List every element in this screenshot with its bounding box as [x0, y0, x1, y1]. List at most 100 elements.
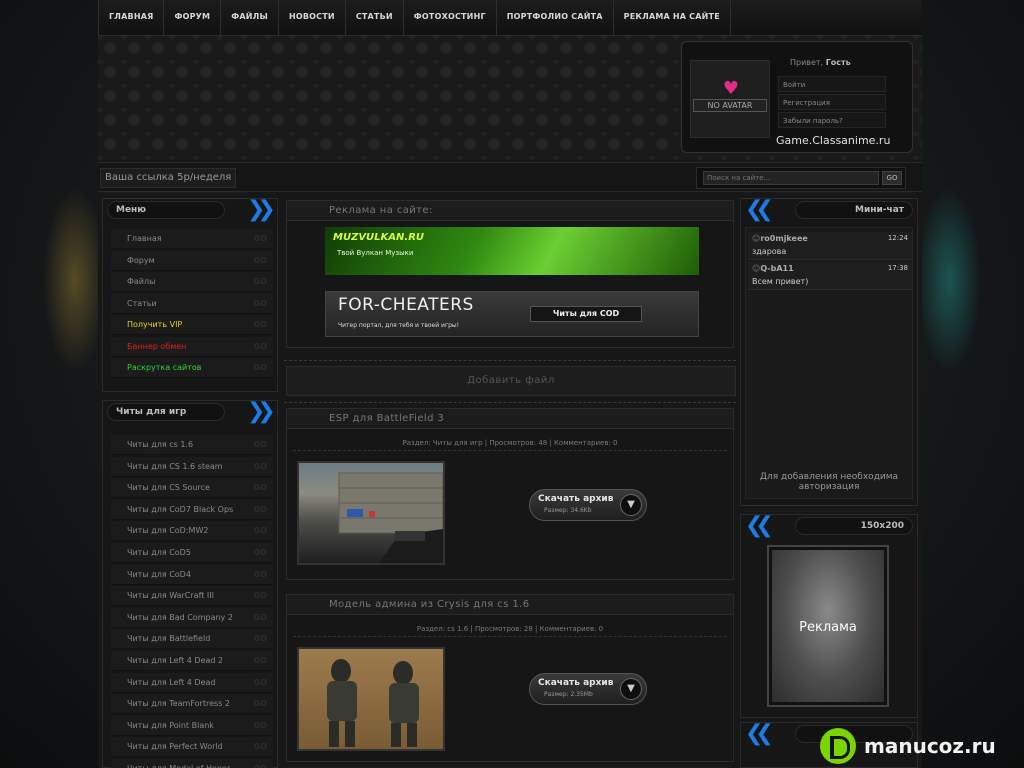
menu-panel-head: Меню ❯❯: [103, 199, 277, 221]
nav-articles[interactable]: СТАТЬИ: [346, 0, 404, 35]
cheats-panel: Читы для игр ❯❯ Читы для cs 1.6 GO Читы дл…: [102, 400, 278, 768]
cheats-item[interactable]: Читы для Perfect World GO: [111, 737, 273, 758]
chat-text: здарова: [752, 247, 787, 256]
ads-panel: Реклама на сайте: MUZVULKAN.RU Твой Вулк…: [286, 200, 734, 348]
game-screenshot-icon: [338, 472, 444, 563]
go-icon: GO: [253, 526, 267, 536]
chat-box: ro0mjkeee 12:24 здарова Q-bA11 17:38 Все…: [745, 227, 913, 499]
side-glow-right: [914, 180, 984, 380]
chevron-down-icon: ▼: [620, 678, 642, 700]
ad-block-panel: ❮❮ 150x200 Реклама: [740, 514, 918, 718]
download-label: Скачать архив: [538, 494, 614, 504]
crysis-model-icon: [327, 659, 419, 747]
menu-item-label: Баннер обмен: [127, 341, 187, 351]
post-title[interactable]: Модель админа из Crysis для cs 1.6: [287, 595, 733, 615]
menu-item[interactable]: Баннер обмен GO: [111, 336, 273, 357]
cheats-item[interactable]: Читы для CS 1.6 steam GO: [111, 456, 273, 477]
cheats-item[interactable]: Читы для CS Source GO: [111, 478, 273, 499]
login-link[interactable]: Войти: [778, 76, 886, 92]
cheats-item[interactable]: Читы для Bad Company 2 GO: [111, 607, 273, 628]
cheats-item-label: Читы для Left 4 Dead 2: [127, 656, 224, 665]
menu-title: Меню: [107, 201, 225, 219]
minichat-panel: ❮❮ Мини-чат ro0mjkeee 12:24 здарова Q-bA…: [740, 198, 918, 506]
cheats-item-label: Читы для CS Source: [127, 483, 210, 493]
go-icon: GO: [253, 461, 267, 471]
cheats-title: Читы для игр: [107, 403, 225, 421]
cheats-item[interactable]: Читы для TeamFortress 2 GO: [111, 694, 273, 715]
nav-photohosting[interactable]: ФОТОХОСТИНГ: [404, 0, 497, 35]
register-link[interactable]: Регистрация: [778, 94, 886, 110]
chat-user[interactable]: Q-bA11: [752, 264, 793, 273]
go-icon: GO: [253, 504, 267, 514]
manucoz-logo-icon: [820, 728, 856, 764]
go-icon: GO: [253, 341, 267, 351]
cheats-item-label: Читы для Bad Company 2: [127, 612, 233, 622]
for-cheaters-banner[interactable]: FOR-CHEATERS Читер портал, для тебя и тв…: [325, 291, 699, 337]
post-meta: Раздел: cs 1.6 | Просмотров: 28 | Коммен…: [293, 621, 727, 637]
post-card: ESP для BattleField 3 Раздел: Читы для и…: [286, 408, 734, 580]
nav-portfolio[interactable]: ПОРТФОЛИО САЙТА: [497, 0, 614, 35]
cheats-item[interactable]: Читы для cs 1.6 GO: [111, 435, 273, 455]
cheats-item[interactable]: Читы для CoD:MW2 GO: [111, 521, 273, 542]
search-button[interactable]: GO: [882, 171, 902, 185]
divider: [284, 402, 736, 403]
menu-item[interactable]: Файлы GO: [111, 272, 273, 292]
divider: [284, 360, 736, 361]
search-input[interactable]: [703, 171, 879, 185]
your-link-ad[interactable]: Ваша ссылка 5р/неделя: [100, 168, 236, 188]
ad-placeholder[interactable]: Реклама: [769, 547, 887, 705]
download-button[interactable]: Скачать архив Размер: 2.35Mb ▼: [529, 673, 647, 705]
cheats-item[interactable]: Читы для WarCraft III GO: [111, 586, 273, 607]
menu-item[interactable]: Главная GO: [111, 229, 273, 249]
nav-home[interactable]: ГЛАВНАЯ: [98, 0, 165, 35]
add-file-button[interactable]: Добавить файл: [286, 366, 736, 396]
banner1-title: MUZVULKAN.RU: [333, 232, 425, 243]
chevrons-left-icon: ❮❮: [745, 721, 774, 746]
nav-news[interactable]: НОВОСТИ: [279, 0, 346, 35]
menu-item[interactable]: Форум GO: [111, 250, 273, 271]
go-icon: GO: [253, 483, 267, 493]
go-icon: GO: [253, 277, 267, 286]
chat-user[interactable]: ro0mjkeee: [752, 234, 807, 243]
avatar: ♥ NO AVATAR: [690, 60, 770, 138]
go-icon: GO: [253, 720, 267, 730]
login-box: ♥ NO AVATAR Привет, Гость Войти Регистра…: [681, 41, 913, 153]
nav-files[interactable]: ФАЙЛЫ: [221, 0, 279, 35]
cheats-item-label: Читы для CoD7 Black Ops: [127, 504, 234, 514]
cheats-item-label: Читы для Left 4 Dead: [127, 677, 216, 687]
link-bar: Ваша ссылка 5р/неделя GO: [98, 162, 922, 192]
menu-item[interactable]: Статьи GO: [111, 293, 273, 314]
post-meta: Раздел: Читы для игр | Просмотров: 48 | …: [293, 435, 727, 451]
menu-item[interactable]: Раскрутка сайтов GO: [111, 358, 273, 378]
download-button[interactable]: Скачать архив Размер: 34.6Kb ▼: [529, 489, 647, 521]
menu-item[interactable]: Получить VIP GO: [111, 315, 273, 335]
banner2-subtitle: Читер портал, для тебя и твоей игры!: [338, 322, 460, 329]
ad-label: Реклама: [799, 620, 857, 635]
file-size: Размер: 34.6Kb: [544, 507, 592, 514]
nav-forum[interactable]: ФОРУМ: [164, 0, 222, 35]
post-card: Модель админа из Crysis для cs 1.6 Разде…: [286, 594, 734, 762]
go-icon: GO: [253, 634, 267, 644]
cheats-item[interactable]: Читы для Point Blank GO: [111, 715, 273, 736]
banner2-title: FOR-CHEATERS: [338, 295, 474, 315]
chevrons-right-icon: ❯❯: [247, 197, 276, 222]
go-icon: GO: [253, 612, 267, 622]
cheats-item[interactable]: Читы для CoD4 GO: [111, 564, 273, 585]
muzvulkan-banner[interactable]: MUZVULKAN.RU Твой Вулкан Музыки: [325, 227, 699, 275]
cheats-item[interactable]: Читы для Left 4 Dead GO: [111, 672, 273, 693]
cheats-item-label: Читы для WarCraft III: [127, 591, 215, 601]
go-icon: GO: [253, 569, 267, 579]
post-title[interactable]: ESP для BattleField 3: [287, 409, 733, 429]
post-thumbnail[interactable]: [297, 647, 445, 751]
cheats-item[interactable]: Читы для CoD5 GO: [111, 543, 273, 563]
forgot-password-link[interactable]: Забыли пароль?: [778, 112, 886, 128]
chat-text: Всем привет): [752, 277, 809, 286]
nav-advertising[interactable]: РЕКЛАМА НА САЙТЕ: [614, 0, 731, 35]
cheats-item[interactable]: Читы для CoD7 Black Ops GO: [111, 499, 273, 520]
cheats-item[interactable]: Читы для Battlefield GO: [111, 629, 273, 650]
cheats-item[interactable]: Читы для Medal of Honor GO: [111, 759, 273, 768]
cheats-item[interactable]: Читы для Left 4 Dead 2 GO: [111, 651, 273, 671]
chevrons-left-icon: ❮❮: [745, 513, 774, 538]
cheats-item-label: Читы для CoD5: [127, 548, 191, 557]
post-thumbnail[interactable]: [297, 461, 445, 565]
